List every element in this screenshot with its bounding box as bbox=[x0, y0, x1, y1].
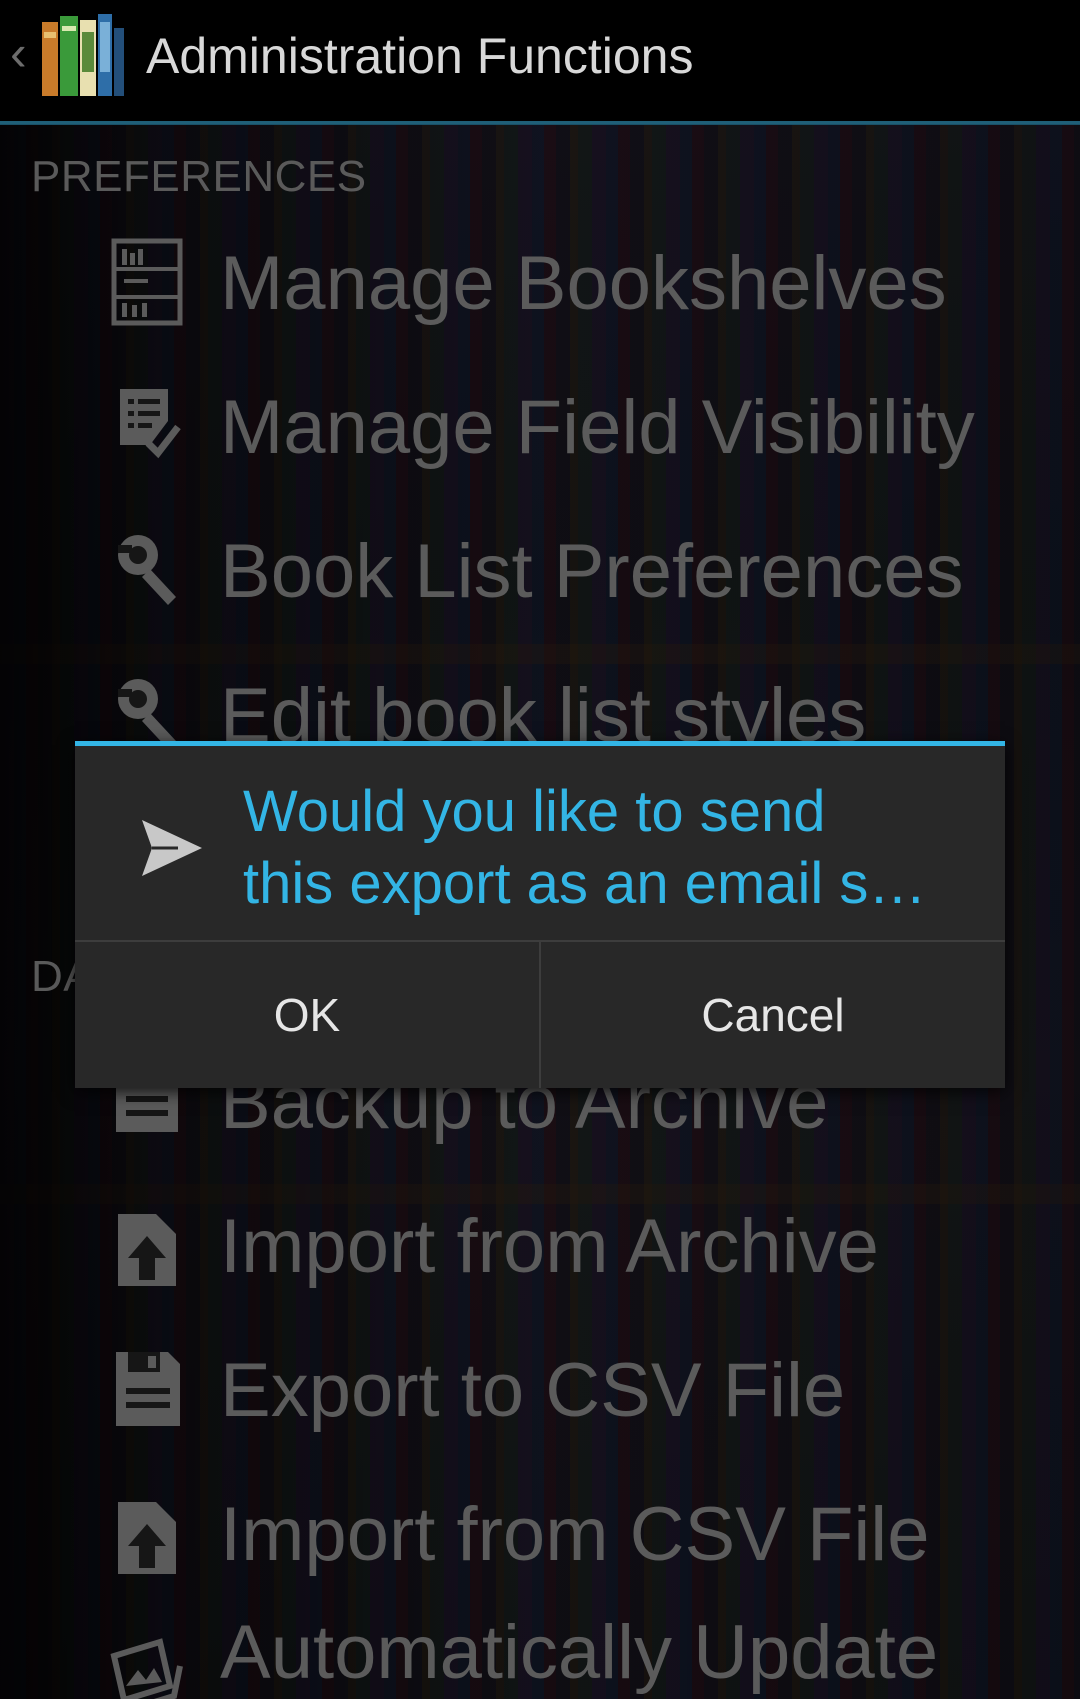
cancel-button[interactable]: Cancel bbox=[541, 942, 1005, 1088]
chevron-left-icon[interactable]: ‹ bbox=[10, 28, 27, 78]
send-icon bbox=[142, 820, 202, 876]
dialog-title: Would you like to send this export as an… bbox=[243, 776, 983, 920]
screen: ‹ Administration Functions PREFERENCES M… bbox=[0, 0, 1080, 1699]
books-logo-icon[interactable] bbox=[40, 12, 126, 100]
page-title: Administration Functions bbox=[146, 28, 694, 84]
dialog-title-line-2: this export as an email s… bbox=[243, 851, 927, 916]
action-bar: ‹ Administration Functions bbox=[0, 0, 1080, 125]
dialog-title-line-1: Would you like to send bbox=[243, 779, 826, 844]
send-email-dialog: Would you like to send this export as an… bbox=[75, 741, 1005, 1088]
ok-button[interactable]: OK bbox=[75, 942, 539, 1088]
